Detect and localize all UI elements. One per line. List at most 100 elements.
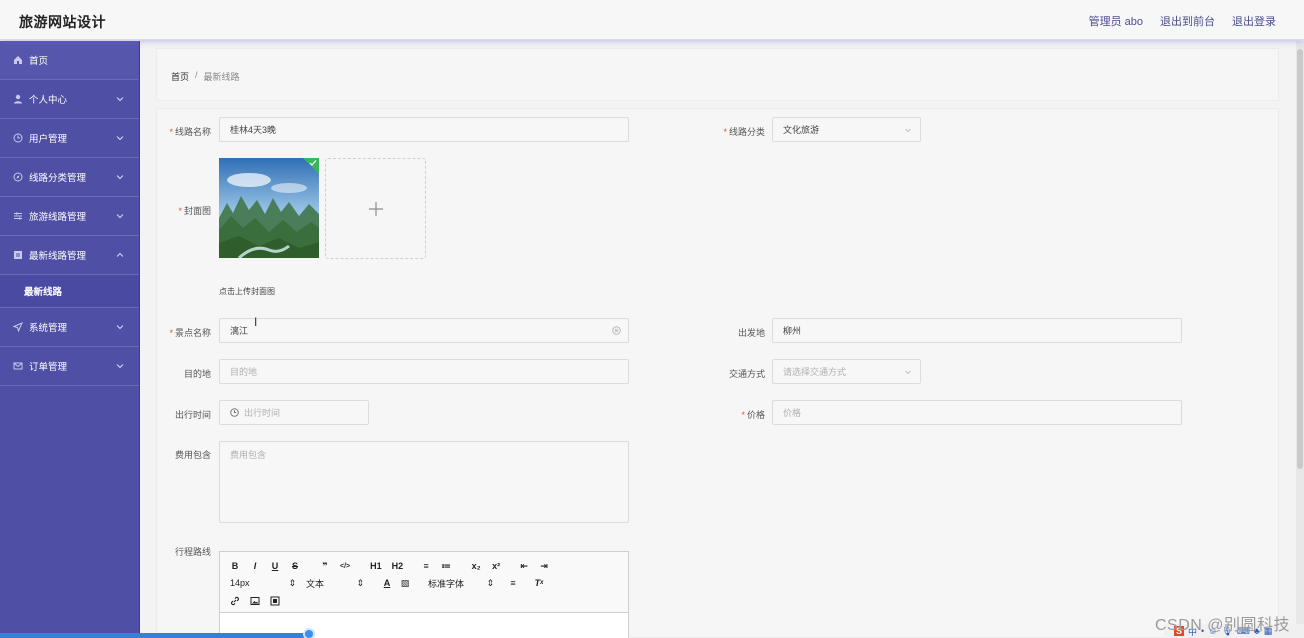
outdent-button[interactable]: ⇤ [519,561,529,572]
sidebar-item-label: 线路分类管理 [29,173,87,184]
breadcrumb-home[interactable]: 首页 [171,70,189,83]
image-icon[interactable] [250,596,260,606]
bold-button[interactable]: B [230,561,240,571]
transport-label: 交通方式 [728,369,765,379]
plus-icon [368,201,383,216]
progress-bar [0,633,310,638]
file-icon [13,250,23,260]
clock-icon [13,133,23,143]
go-frontend-link[interactable]: 退出到前台 [1160,13,1215,29]
progress-handle[interactable] [303,628,315,638]
cover-label: * 封面图 [178,206,211,216]
sidebar-item-latest-routes[interactable]: 最新线路管理 [0,236,139,275]
route-category-label: * 线路分类 [723,127,765,137]
font-size-select[interactable]: 14px ⇕ [230,578,296,589]
sidebar-item-label: 用户管理 [29,134,68,145]
heading1-button[interactable]: H1 [370,561,382,571]
subscript-button[interactable]: x₂ [471,561,481,571]
itinerary-rich-editor: B I U S ❞ </> H1 H2 ≡ ≔ x₂ x² ⇤ ⇥ 14px ⇕ … [219,551,629,638]
cover-upload-tip: 点击上传封面图 [219,287,275,296]
chevron-down-icon [905,370,911,375]
code-block-button[interactable]: </> [340,563,350,570]
breadcrumb-card: 首页 / 最新线路 [156,48,1279,101]
sidebar-item-users[interactable]: 用户管理 [0,119,139,158]
text-type-select[interactable]: 文本 ⇕ [306,577,364,590]
breadcrumb-separator: / [195,70,198,80]
breadcrumb: 首页 / 最新线路 [171,70,240,83]
home-icon [13,55,23,65]
editor-toolbar-row-3 [220,593,628,609]
sliders-icon [13,211,23,221]
logout-link[interactable]: 退出登录 [1232,13,1276,29]
italic-button[interactable]: I [250,561,260,571]
heading2-button[interactable]: H2 [392,561,404,571]
sidebar-item-route-category[interactable]: 线路分类管理 [0,158,139,197]
admin-user-label: 管理员 abo [1088,16,1143,28]
superscript-button[interactable]: x² [491,561,501,571]
blockquote-button[interactable]: ❞ [320,561,330,572]
sidebar: 首页 个人中心 用户管理 线路分类管理 旅游线路管理 最新线路管理 最新线路 系… [0,41,140,638]
cover-image-thumbnail[interactable] [219,158,319,258]
send-icon [13,322,23,332]
route-category-select[interactable]: 文化旅游 [772,117,921,142]
sidebar-item-label: 旅游线路管理 [29,212,87,223]
align-icon[interactable]: ≡ [508,578,518,588]
fees-label: 费用包含 [174,450,211,460]
page-scrollbar[interactable] [1296,41,1304,638]
travel-time-picker[interactable]: 出行时间 [219,400,369,425]
text-cursor-icon: I [254,315,258,329]
ordered-list-button[interactable]: ≡ [421,561,431,571]
link-icon[interactable] [230,596,240,606]
sidebar-item-system[interactable]: 系统管理 [0,308,139,347]
app-title: 旅游网站设计 [19,14,106,30]
sidebar-item-home[interactable]: 首页 [0,41,139,80]
indent-button[interactable]: ⇥ [539,561,549,572]
price-input[interactable]: 价格 [772,400,1182,425]
clear-format-icon[interactable]: Tx [534,578,544,588]
sidebar-subitem-label: 最新线路 [24,287,63,298]
fees-textarea[interactable]: 费用包含 [219,441,629,523]
background-color-icon[interactable]: ▧ [400,578,410,589]
sidebar-item-label: 首页 [29,56,49,67]
sidebar-item-label: 订单管理 [29,362,68,373]
cover-upload-button[interactable] [325,158,426,259]
sidebar-item-personal[interactable]: 个人中心 [0,80,139,119]
compass-icon [13,172,23,182]
destination-input[interactable]: 目的地 [219,359,629,384]
font-color-button[interactable]: A [382,578,392,588]
chevron-down-icon [116,325,124,330]
bullet-list-button[interactable]: ≔ [441,561,451,572]
sidebar-item-orders[interactable]: 订单管理 [0,347,139,386]
font-family-select[interactable]: 标准字体 ⇕ [428,577,494,590]
spot-name-label: * 景点名称 [169,328,211,338]
route-name-label: * 线路名称 [169,127,211,137]
scrollbar-thumb[interactable] [1297,49,1303,469]
destination-label: 目的地 [183,369,211,379]
chevron-up-icon [116,252,124,257]
departure-input[interactable]: 柳州 [772,318,1182,343]
underline-button[interactable]: U [270,561,280,571]
chevron-down-icon [905,128,911,133]
header-actions: 管理员 abo 退出到前台 退出登录 [1089,13,1276,29]
chevron-down-icon [116,364,124,369]
editor-toolbar-row-1: B I U S ❞ </> H1 H2 ≡ ≔ x₂ x² ⇤ ⇥ [220,558,628,574]
chevron-down-icon [116,97,124,102]
price-label: * 价格 [741,410,765,420]
chevron-down-icon [116,214,124,219]
route-name-input[interactable]: 桂林4天3晚 [219,117,629,142]
travel-time-label: 出行时间 [174,410,211,420]
video-icon[interactable] [270,596,280,606]
watermark: CSDN @别圆科技 [1154,617,1290,634]
top-header: 旅游网站设计 管理员 abo 退出到前台 退出登录 [0,0,1304,40]
mail-icon [13,361,23,371]
sidebar-subitem-latest-route[interactable]: 最新线路 [0,275,139,308]
check-icon [309,160,317,166]
clear-icon[interactable] [612,326,621,335]
user-icon [13,94,23,104]
strike-button[interactable]: S [290,561,300,571]
itinerary-label: 行程路线 [174,547,211,557]
transport-select[interactable]: 请选择交通方式 [772,359,921,384]
spot-name-input[interactable]: 漓江 [219,318,629,343]
editor-toolbar-row-2: 14px ⇕ 文本 ⇕ A ▧ 标准字体 ⇕ ≡ Tx [220,575,628,591]
sidebar-item-travel-routes[interactable]: 旅游线路管理 [0,197,139,236]
